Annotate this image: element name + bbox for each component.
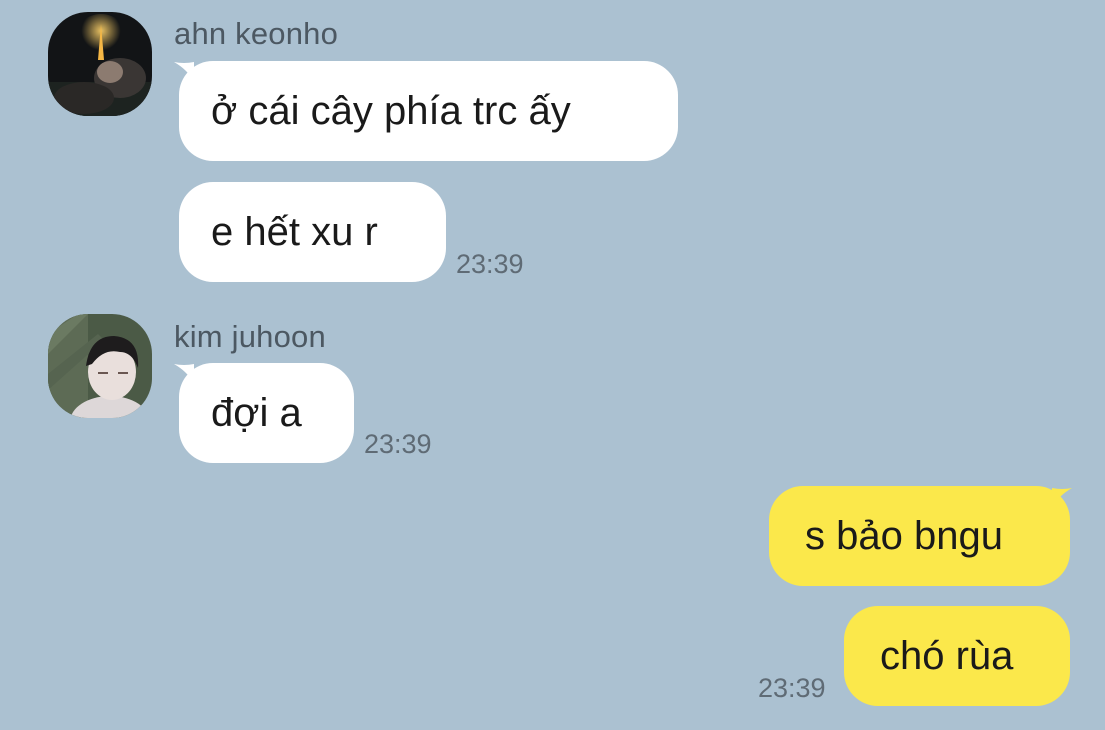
sender-name: kim juhoon xyxy=(174,319,326,354)
message-timestamp: 23:39 xyxy=(758,673,826,703)
avatar-ahn-keonho[interactable] xyxy=(48,12,152,116)
message-text: e hết xu r xyxy=(211,209,378,254)
message-timestamp: 23:39 xyxy=(364,429,432,459)
chat-view: ahn keonho ở cái cây phía trc ấy e hết x… xyxy=(0,0,1105,730)
profile-photo-portrait xyxy=(48,314,152,418)
message-text: s bảo bngu xyxy=(805,513,1003,558)
message-bubble-incoming[interactable]: đợi a xyxy=(179,363,354,463)
message-text: chó rùa xyxy=(880,633,1014,678)
message-text: ở cái cây phía trc ấy xyxy=(211,88,571,133)
sender-name: ahn keonho xyxy=(174,16,339,51)
avatar-kim-juhoon[interactable] xyxy=(48,314,152,418)
message-text: đợi a xyxy=(211,390,302,435)
message-bubble-incoming[interactable]: ở cái cây phía trc ấy xyxy=(179,61,678,161)
message-timestamp: 23:39 xyxy=(456,249,524,279)
profile-photo-night-sky xyxy=(48,12,152,116)
message-bubble-outgoing[interactable]: s bảo bngu xyxy=(769,486,1070,586)
message-bubble-incoming[interactable]: e hết xu r xyxy=(179,182,446,282)
message-bubble-outgoing[interactable]: chó rùa xyxy=(844,606,1070,706)
